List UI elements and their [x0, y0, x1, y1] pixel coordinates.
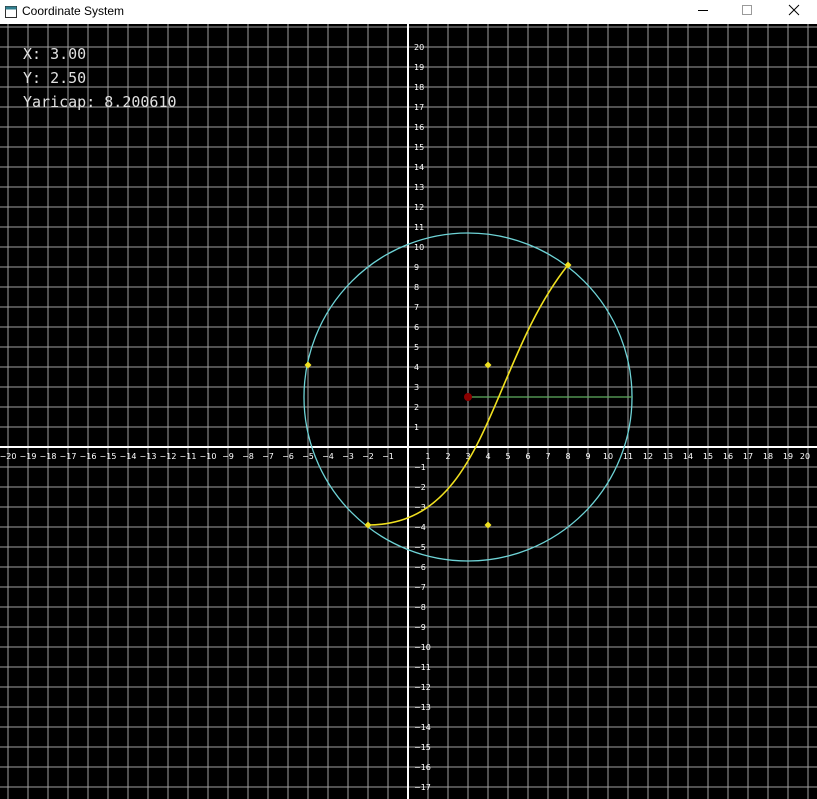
x-tick-label: 17	[743, 452, 753, 461]
y-tick-label: −15	[414, 743, 431, 752]
x-tick-label: −6	[282, 452, 294, 461]
y-tick-label: 15	[414, 143, 424, 152]
y-tick-label: 12	[414, 203, 424, 212]
y-tick-label: 14	[414, 163, 424, 172]
x-tick-label: 4	[485, 452, 490, 461]
y-tick-label: −11	[414, 663, 431, 672]
x-tick-label: −10	[200, 452, 217, 461]
x-tick-label: −16	[80, 452, 97, 461]
y-readout-label: Y:	[23, 69, 42, 87]
x-tick-label: 6	[525, 452, 530, 461]
y-tick-label: 9	[414, 263, 419, 272]
y-tick-label: 20	[414, 43, 424, 52]
x-tick-label: −8	[242, 452, 254, 461]
x-tick-label: −2	[362, 452, 374, 461]
x-tick-label: 16	[723, 452, 733, 461]
maximize-icon	[741, 3, 753, 21]
y-tick-label: −2	[414, 483, 426, 492]
y-tick-label: −13	[414, 703, 431, 712]
coordinate-canvas[interactable]: −20 −19 −18 −17 −16 −15 −14 −13 −12 −11 −10 −9 −8 −7−…	[0, 24, 817, 799]
x-tick-label: −11	[180, 452, 197, 461]
y-readout-value: 2.50	[50, 69, 87, 87]
y-tick-label: −6	[414, 563, 426, 572]
y-tick-label: −12	[414, 683, 431, 692]
y-tick-label: 5	[414, 343, 419, 352]
y-tick-label: 11	[414, 223, 424, 232]
y-tick-label: −16	[414, 763, 431, 772]
x-tick-label: 19	[783, 452, 793, 461]
radius-readout: Yaricap: 8.200610	[23, 94, 177, 111]
x-readout: X: 3.00	[23, 46, 86, 63]
x-tick-label: −5	[302, 452, 314, 461]
y-tick-label: −10	[414, 643, 431, 652]
close-icon	[788, 3, 800, 21]
y-tick-label: 1	[414, 423, 419, 432]
y-tick-label: −7	[414, 583, 426, 592]
y-readout: Y: 2.50	[23, 70, 86, 87]
x-tick-label: 7	[545, 452, 550, 461]
x-tick-label: −17	[60, 452, 77, 461]
y-tick-label: −8	[414, 603, 426, 612]
x-readout-value: 3.00	[50, 45, 87, 63]
y-tick-label: −14	[414, 723, 431, 732]
x-tick-label: 12	[643, 452, 653, 461]
x-tick-label: 1	[425, 452, 430, 461]
x-tick-label: 10	[603, 452, 613, 461]
y-tick-label: 2	[414, 403, 419, 412]
y-tick-label: 13	[414, 183, 424, 192]
x-tick-label: −9	[222, 452, 234, 461]
x-tick-label: 13	[663, 452, 673, 461]
x-tick-label: 20	[800, 452, 810, 461]
x-readout-label: X:	[23, 45, 42, 63]
x-tick-label: −20	[0, 452, 16, 461]
x-tick-label: −13	[140, 452, 157, 461]
title-bar[interactable]: Coordinate System	[0, 0, 817, 24]
window-title: Coordinate System	[22, 4, 125, 18]
x-tick-label: −19	[20, 452, 37, 461]
y-tick-label: −5	[414, 543, 426, 552]
x-tick-label: 18	[763, 452, 773, 461]
y-tick-label: 18	[414, 83, 424, 92]
x-tick-label: −18	[40, 452, 57, 461]
y-tick-label: 8	[414, 283, 419, 292]
coordinate-plot[interactable]: −20 −19 −18 −17 −16 −15 −14 −13 −12 −11 −10 −9 −8 −7−…	[0, 24, 817, 799]
y-tick-label: 17	[414, 103, 424, 112]
close-button[interactable]	[771, 0, 817, 24]
y-tick-label: 4	[414, 363, 419, 372]
y-tick-label: 19	[414, 63, 424, 72]
x-tick-label: 14	[683, 452, 693, 461]
x-tick-label: −3	[342, 452, 354, 461]
x-tick-label: 5	[505, 452, 510, 461]
y-tick-label: −4	[414, 523, 426, 532]
x-tick-label: 15	[703, 452, 713, 461]
y-tick-label: −3	[414, 503, 426, 512]
x-tick-label: 9	[585, 452, 590, 461]
radius-readout-label: Yaricap:	[23, 93, 96, 111]
x-tick-label: 2	[445, 452, 450, 461]
x-tick-label: −1	[382, 452, 394, 461]
center-point	[464, 393, 472, 401]
x-tick-label: −4	[322, 452, 334, 461]
y-tick-label: −9	[414, 623, 426, 632]
x-tick-label: −7	[262, 452, 274, 461]
minimize-button[interactable]	[680, 0, 726, 24]
radius-readout-value: 8.200610	[104, 93, 177, 111]
minimize-icon	[697, 3, 709, 21]
x-tick-label: −12	[160, 452, 177, 461]
y-tick-label: −1	[414, 463, 426, 472]
x-tick-label: 11	[623, 452, 633, 461]
y-tick-label: 3	[414, 383, 419, 392]
y-tick-label: −17	[414, 783, 431, 792]
y-tick-label: 10	[414, 243, 424, 252]
y-tick-label: 6	[414, 323, 419, 332]
x-tick-label: 8	[565, 452, 570, 461]
app-window-icon	[5, 5, 17, 18]
x-tick-label: −14	[120, 452, 137, 461]
y-tick-label: 16	[414, 123, 424, 132]
x-tick-label: −15	[100, 452, 117, 461]
y-tick-label: 7	[414, 303, 419, 312]
maximize-button[interactable]	[724, 0, 770, 24]
